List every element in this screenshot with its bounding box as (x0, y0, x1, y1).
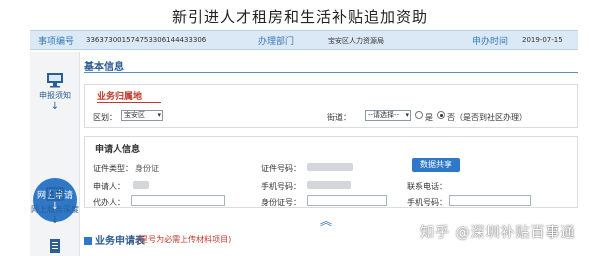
phone-value (307, 181, 351, 189)
chevron-up-icon[interactable]: ︽ (320, 212, 332, 229)
section-marker-icon (84, 237, 92, 245)
district-select[interactable]: 宝安区 ▾ (121, 110, 163, 121)
date-value: 2019-07-15 (522, 36, 563, 44)
id-card-icon (46, 187, 64, 201)
cert-type-value: 身份证 (135, 164, 159, 173)
community-no-label: 否（是否到社区办理） (447, 113, 527, 122)
agent-phone-label: 手机号码： (407, 198, 447, 207)
divider (97, 102, 161, 103)
business-location-panel: 业务归属地 区划： 宝安区 ▾ 街道： --请选择-- ▾ 是 否（是否到社区办… (84, 84, 578, 128)
contact-label: 联系电话： (407, 182, 447, 191)
district-value: 宝安区 (124, 111, 145, 119)
item-no-value: 336373001574753306144433306 (86, 36, 207, 44)
community-yes-label: 是 (425, 113, 433, 122)
applicant-name-label: 申请人： (93, 182, 125, 191)
item-no-label: 事项编号 (38, 37, 75, 47)
business-location-title: 业务归属地 (97, 92, 143, 102)
sidebar-item-service-depth[interactable]: 网上服务深度 ↓ (30, 186, 80, 226)
chevron-down-icon: ▾ (405, 111, 409, 119)
divider (84, 72, 578, 73)
applicant-title: 申请人信息 (95, 145, 141, 155)
sidebar: 申报须知 ↓ 网上申请 ↓ 网上服务深度 ↓ (30, 52, 80, 256)
down-arrow-icon: ↓ (50, 215, 60, 226)
basic-info-header: 基本信息 (84, 58, 124, 73)
street-value: --请选择-- (368, 111, 400, 119)
agent-phone-input[interactable] (449, 195, 531, 206)
community-no-radio[interactable] (437, 111, 445, 119)
business-form-header: 业务申请表 (84, 232, 145, 247)
document-icon (50, 239, 60, 253)
sidebar-item-document[interactable] (30, 238, 80, 254)
business-form-note: (星号为必需上传材料项目) (137, 235, 232, 244)
applicant-name-value (133, 181, 149, 189)
district-label: 区划： (93, 113, 117, 122)
dept-value: 宝安区人力资源局 (328, 37, 384, 45)
agent-label: 代办人： (93, 198, 125, 207)
community-yes-radio[interactable] (415, 111, 423, 119)
data-share-button[interactable]: 数据共享 (412, 158, 460, 172)
date-label: 申办时间 (472, 37, 509, 47)
street-label: 街道： (327, 113, 351, 122)
monitor-icon (47, 73, 63, 88)
sidebar-item-label: 申报须知 (39, 91, 71, 100)
cert-no-value (307, 163, 353, 171)
applicant-panel: 申请人信息 证件类型： 身份证 证件号码： 申请人： 手机号码： 联系电话： 代… (84, 136, 578, 208)
id-input[interactable] (307, 195, 387, 206)
phone-label: 手机号码： (261, 182, 301, 191)
down-arrow-icon: ↓ (50, 101, 60, 112)
info-bar: 事项编号 336373001574753306144433306 办理部门 宝安… (30, 30, 578, 50)
sidebar-item-label: 网上服务深度 (31, 205, 79, 214)
agent-input[interactable] (131, 195, 225, 206)
zhihu-watermark: 知乎 @深圳补贴百事通 (420, 225, 576, 241)
page-title: 新引进人才租房和生活补贴追加资助 (171, 8, 428, 26)
sidebar-item-notice[interactable]: 申报须知 ↓ (30, 72, 80, 112)
dept-label: 办理部门 (258, 37, 295, 47)
street-select[interactable]: --请选择-- ▾ (365, 110, 411, 121)
chevron-down-icon: ▾ (157, 111, 161, 119)
cert-type-label: 证件类型： (93, 164, 133, 173)
cert-no-label: 证件号码： (261, 164, 301, 173)
id-label: 身份证号： (261, 198, 301, 207)
